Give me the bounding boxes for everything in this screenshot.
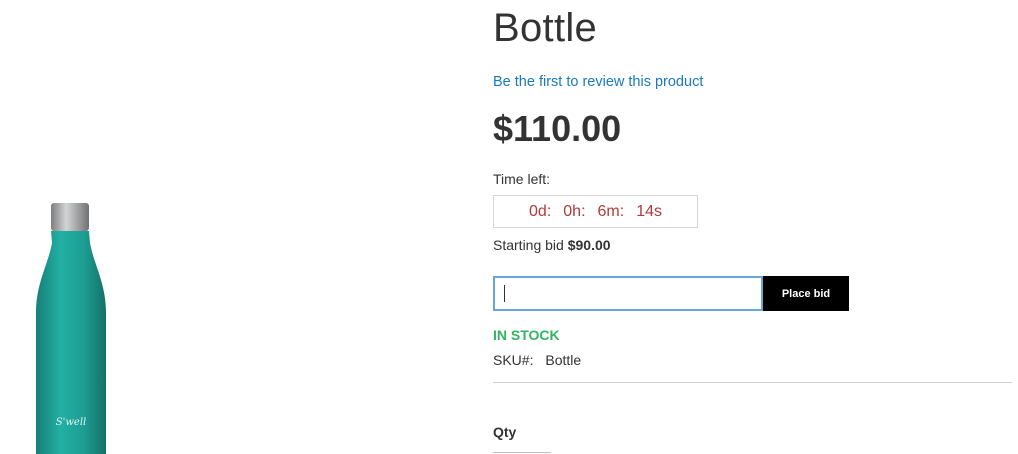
starting-bid: Starting bid $90.00	[493, 237, 611, 253]
product-image[interactable]: S'well	[0, 0, 470, 454]
countdown-hours: 0h:	[563, 202, 586, 220]
product-price: $110.00	[493, 108, 622, 149]
sku: SKU#: Bottle	[493, 352, 581, 368]
countdown-timer: 0d: 0h: 6m: 14s	[493, 195, 698, 228]
stock-status: IN STOCK	[493, 327, 560, 343]
countdown-days: 0d:	[529, 202, 552, 220]
time-left-label: Time left:	[493, 171, 551, 187]
review-link[interactable]: Be the first to review this product	[493, 74, 703, 90]
countdown-seconds: 14s	[636, 202, 662, 220]
divider	[493, 382, 1012, 383]
bottle-image: S'well	[36, 203, 106, 454]
sku-label: SKU#:	[493, 352, 534, 368]
sku-value: Bottle	[545, 352, 582, 368]
starting-bid-value: $90.00	[567, 237, 611, 253]
countdown-minutes: 6m:	[597, 202, 625, 220]
bid-amount-input[interactable]	[493, 276, 763, 311]
qty-label: Qty	[493, 424, 517, 440]
starting-bid-label: Starting bid	[493, 237, 568, 253]
text-caret	[504, 285, 505, 302]
page-title: Bottle	[493, 6, 598, 50]
product-page: S'well Bottle Be the first to review thi…	[0, 0, 1018, 454]
place-bid-button[interactable]: Place bid	[763, 276, 849, 311]
brand-logo-text: S'well	[56, 417, 86, 428]
